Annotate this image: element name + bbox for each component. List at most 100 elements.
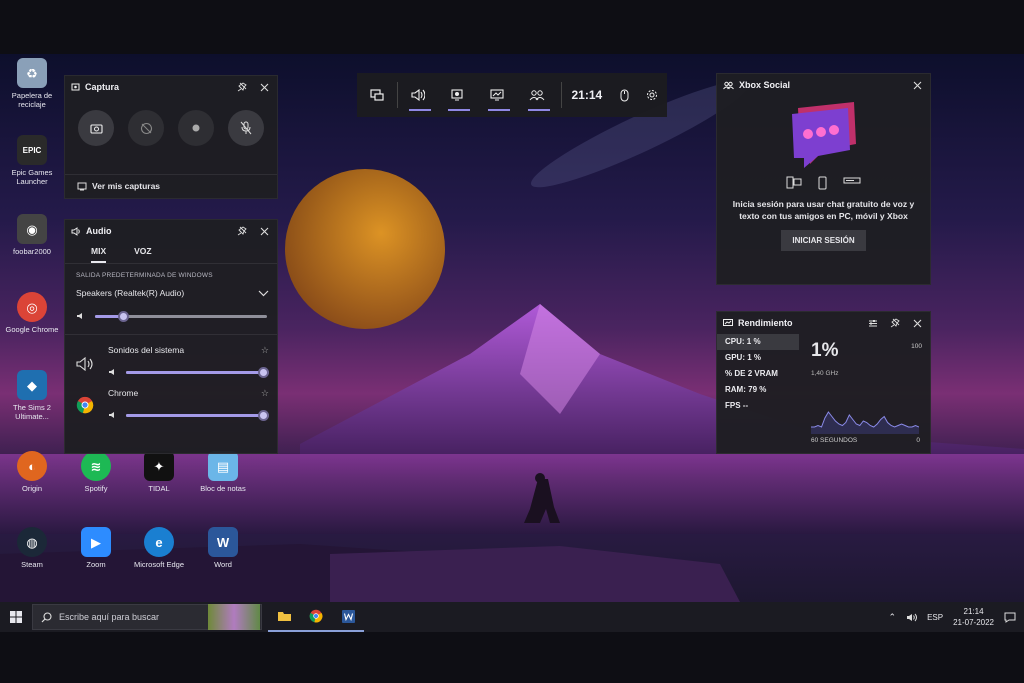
tab-voz[interactable]: VOZ xyxy=(134,246,151,263)
start-button[interactable] xyxy=(0,611,32,623)
chevron-down-icon xyxy=(258,290,269,296)
close-icon[interactable] xyxy=(910,316,924,330)
output-device-select[interactable]: Speakers (Realtek(R) Audio) xyxy=(65,279,277,298)
folder-icon xyxy=(277,612,291,621)
sign-in-button[interactable]: INICIAR SESIÓN xyxy=(781,230,866,251)
capture-widget-button[interactable] xyxy=(437,73,477,117)
master-volume-row xyxy=(65,298,277,322)
app-volume-body: Sonidos del sistema ☆ xyxy=(108,345,269,378)
tab-mix[interactable]: MIX xyxy=(91,246,107,263)
metric-gpu[interactable]: GPU: 1 % xyxy=(717,350,799,366)
close-icon[interactable] xyxy=(257,224,271,238)
social-title-wrap: Xbox Social xyxy=(723,80,902,90)
desktop-icon-tidal[interactable]: ✦ TIDAL xyxy=(127,451,191,493)
active-indicator xyxy=(488,109,511,111)
star-icon[interactable]: ☆ xyxy=(261,388,269,399)
desktop-icon-sims[interactable]: ◆ The Sims 2 Ultimate... xyxy=(0,370,64,421)
volume-tray-icon[interactable] xyxy=(906,613,918,622)
metric-value: 1 % xyxy=(746,337,761,346)
clock-time: 21:14 xyxy=(963,607,984,616)
close-icon[interactable] xyxy=(910,78,924,92)
performance-title-wrap: Rendimiento xyxy=(723,318,858,328)
screen: ♻ Papelera de reciclaje EPIC Epic Games … xyxy=(0,0,1024,683)
active-indicator xyxy=(527,109,550,111)
volume-fill xyxy=(126,370,269,374)
cpu-big-value: 1% xyxy=(811,340,839,361)
record-last-button[interactable] xyxy=(128,110,164,146)
notepad-icon: ▤ xyxy=(208,451,238,481)
chevron-up-icon[interactable]: ⌃ xyxy=(889,612,897,623)
taskbar-chrome[interactable] xyxy=(300,602,332,632)
desktop-icon-label: Origin xyxy=(21,484,42,493)
my-captures-link[interactable]: Ver mis capturas xyxy=(65,175,277,197)
desktop-icon-recycle-bin[interactable]: ♻ Papelera de reciclaje xyxy=(0,58,64,109)
pin-icon[interactable] xyxy=(235,224,249,238)
language-indicator[interactable]: ESP xyxy=(927,613,943,622)
cpu-frequency: 1,40 GHz xyxy=(811,370,839,377)
social-widget-button[interactable] xyxy=(517,73,557,117)
notifications-icon[interactable] xyxy=(1004,612,1016,623)
metric-fps[interactable]: FPS -- xyxy=(717,398,799,414)
mouse-button[interactable] xyxy=(612,73,637,117)
recycle-bin-icon: ♻ xyxy=(17,58,47,88)
letterbox-top xyxy=(0,0,1024,54)
clock-date: 21-07-2022 xyxy=(953,618,994,627)
phone-icon xyxy=(818,176,827,190)
desktop-icon-chrome[interactable]: ◎ Google Chrome xyxy=(0,292,64,334)
desktop-icon-notepad[interactable]: ▤ Bloc de notas xyxy=(191,451,255,493)
desktop-icon-word[interactable]: W Word xyxy=(191,527,255,569)
desktop-icon-label: Google Chrome xyxy=(5,325,59,334)
metric-vram[interactable]: % DE 2 VRAM xyxy=(717,366,799,382)
active-indicator xyxy=(448,109,471,111)
taskbar-apps xyxy=(268,602,364,632)
gallery-icon xyxy=(77,182,87,190)
chrome-icon xyxy=(76,396,94,414)
desktop-icon-label: Papelera de reciclaje xyxy=(11,91,53,109)
desktop-icon-steam[interactable]: ◍ Steam xyxy=(0,527,64,569)
close-icon[interactable] xyxy=(257,80,271,94)
desktop-icon-epic[interactable]: EPIC Epic Games Launcher xyxy=(0,135,64,186)
chrome-volume-slider[interactable] xyxy=(126,409,269,421)
metric-label: RAM: xyxy=(725,385,746,394)
star-icon[interactable]: ☆ xyxy=(261,345,269,356)
taskbar-word[interactable] xyxy=(332,602,364,632)
widget-menu-button[interactable] xyxy=(357,73,397,117)
performance-title: Rendimiento xyxy=(738,318,793,328)
options-icon[interactable] xyxy=(866,316,880,330)
capture-title-wrap: Captura xyxy=(71,82,227,92)
zoom-icon: ▶ xyxy=(81,527,111,557)
search-highlight-image xyxy=(208,604,260,630)
edge-icon: e xyxy=(144,527,174,557)
audio-widget-button[interactable] xyxy=(398,73,438,117)
windows-icon xyxy=(10,611,22,623)
metric-cpu[interactable]: CPU: 1 % xyxy=(717,334,799,350)
performance-widget-button[interactable] xyxy=(477,73,517,117)
taskbar-clock[interactable]: 21:14 21-07-2022 xyxy=(953,606,994,628)
sign-in-wrap: INICIAR SESIÓN xyxy=(717,222,930,251)
pin-icon[interactable] xyxy=(235,80,249,94)
microphone-toggle[interactable] xyxy=(228,110,264,146)
settings-button[interactable] xyxy=(637,73,667,117)
pin-icon[interactable] xyxy=(888,316,902,330)
desktop-icon-edge[interactable]: e Microsoft Edge xyxy=(127,527,191,569)
metric-ram[interactable]: RAM: 79 % xyxy=(717,382,799,398)
desktop-icon-foobar[interactable]: ◉ foobar2000 xyxy=(0,214,64,256)
desktop-icon-label: Spotify xyxy=(84,484,108,493)
taskbar-file-explorer[interactable] xyxy=(268,602,300,632)
desktop-icon-origin[interactable]: ◐ Origin xyxy=(0,451,64,493)
graph-area xyxy=(811,412,919,434)
desktop-icon-spotify[interactable]: ≋ Spotify xyxy=(64,451,128,493)
speaker-icon xyxy=(109,369,114,375)
capture-buttons xyxy=(65,98,277,146)
master-volume-thumb[interactable] xyxy=(117,310,129,322)
record-button[interactable] xyxy=(178,110,214,146)
system-sounds-icon xyxy=(76,357,93,371)
widget-menu-icon xyxy=(370,89,384,101)
volume-thumb[interactable] xyxy=(258,409,269,421)
screenshot-button[interactable] xyxy=(78,110,114,146)
desktop-icon-zoom[interactable]: ▶ Zoom xyxy=(64,527,128,569)
audio-header: Audio xyxy=(65,220,277,242)
system-sounds-volume-slider[interactable] xyxy=(126,366,269,378)
volume-thumb[interactable] xyxy=(258,366,269,378)
master-volume-slider[interactable] xyxy=(95,310,267,322)
